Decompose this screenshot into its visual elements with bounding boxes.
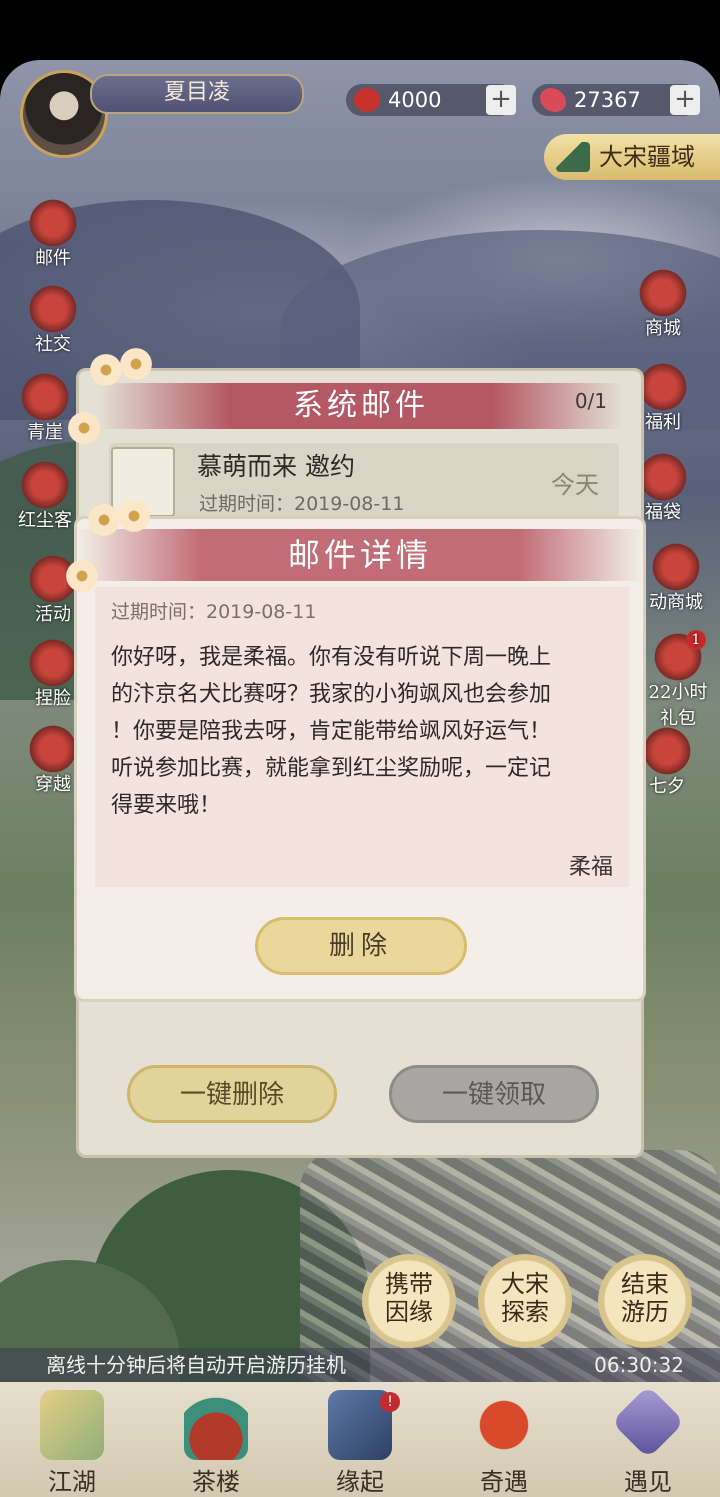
delete-all-button[interactable]: 一键删除 [127, 1065, 337, 1123]
action-label: 大宋探索 [501, 1270, 549, 1326]
crystal-icon [611, 1385, 685, 1459]
red-bean-icon [354, 88, 380, 112]
butterfly-icon [540, 88, 566, 112]
flower-decor-icon [64, 408, 104, 448]
mail-body-line: 的汴京名犬比赛呀？我家的小狗飒风也会参加 [111, 682, 552, 707]
region-button[interactable]: 大宋疆域 [544, 134, 720, 180]
book-icon [18, 370, 72, 424]
mail-body-line: 听说参加比赛，就能拿到红尘奖励呢，一定记 [111, 756, 552, 781]
song-explore-button[interactable]: 大宋探索 [478, 1254, 572, 1348]
nav-label: 江湖 [48, 1468, 96, 1496]
currency-red-bean: 4000 + [346, 84, 516, 116]
dialog-title: 邮件详情 [77, 529, 643, 581]
nav-chalou[interactable]: 茶楼 [144, 1382, 288, 1497]
mail-count: 0/1 [574, 389, 607, 413]
face-icon [26, 636, 80, 690]
mail-content: 过期时间：2019-08-11 你好呀，我是柔福。你有没有听说下周一晚上 的汴京… [95, 587, 629, 887]
action-label: 携带因缘 [385, 1270, 433, 1326]
side-menu-label: 商城 [645, 318, 681, 339]
mail-body-text: 你好呀，我是柔福。你有没有听说下周一晚上 的汴京名犬比赛呀？我家的小狗飒风也会参… [111, 639, 611, 824]
chat-icon [26, 282, 80, 336]
bottom-nav: 江湖 茶楼 缘起 ! 奇遇 遇见 [0, 1382, 720, 1497]
currency-butterfly: 27367 + [532, 84, 700, 116]
lucky-bag-icon [636, 450, 690, 504]
mail-body-line: 得要来哦！ [111, 793, 222, 818]
nav-label: 缘起 [336, 1468, 384, 1496]
nav-yujian[interactable]: 遇见 [576, 1382, 720, 1497]
mail-icon [26, 196, 80, 250]
side-menu-gift-pack[interactable]: 22小时 礼包 1 [636, 630, 720, 730]
mail-body-line: ！你要是陪我去呀，肯定能带给飒风好运气！ [111, 719, 552, 744]
nav-jianghu[interactable]: 江湖 [0, 1382, 144, 1497]
side-menu-label: 社交 [35, 334, 71, 355]
claim-all-button[interactable]: 一键领取 [389, 1065, 599, 1123]
countdown-timer: 06:30:32 [594, 1353, 684, 1377]
add-currency-button[interactable]: + [486, 85, 516, 115]
nav-label: 茶楼 [192, 1468, 240, 1496]
flower-decor-icon [114, 496, 154, 536]
side-menu-label: 红尘客 [18, 510, 72, 531]
maple-leaf-icon [472, 1390, 536, 1460]
side-menu-label: 邮件 [35, 248, 71, 269]
mail-list-item[interactable]: 慕萌而来 邀约 过期时间：2019-08-11 今天 [109, 443, 619, 521]
panel-title: 系统邮件 [99, 383, 623, 429]
action-label: 结束游历 [621, 1270, 669, 1326]
side-menu-social[interactable]: 社交 [18, 282, 88, 356]
nav-label: 奇遇 [480, 1468, 528, 1496]
shop-icon [636, 266, 690, 320]
gift-icon [636, 360, 690, 414]
pavilion-icon [18, 458, 72, 512]
side-menu-mail[interactable]: 邮件 [18, 196, 88, 270]
end-travel-button[interactable]: 结束游历 [598, 1254, 692, 1348]
side-menu-shop[interactable]: 商城 [628, 266, 698, 340]
add-currency-button[interactable]: + [670, 85, 700, 115]
side-menu-hongchenke[interactable]: 红尘客 [10, 458, 80, 532]
mail-sender: 柔福 [568, 855, 613, 880]
player-info[interactable]: 夏目凌 [20, 70, 304, 160]
notification-badge: ! [380, 1392, 400, 1412]
player-name: 夏目凌 [90, 74, 304, 114]
portal-icon [26, 722, 80, 776]
offline-message: 离线十分钟后将自动开启游历挂机 [46, 1353, 346, 1377]
map-scroll-icon [40, 1390, 104, 1460]
mail-expiry: 过期时间：2019-08-11 [111, 601, 317, 623]
nav-qiyu[interactable]: 奇遇 [432, 1382, 576, 1497]
stall-icon [649, 540, 703, 594]
flower-decor-icon [62, 556, 102, 596]
nav-label: 遇见 [624, 1468, 672, 1496]
mail-detail-dialog: 邮件详情 过期时间：2019-08-11 你好呀，我是柔福。你有没有听说下周一晚… [74, 516, 646, 1002]
mail-date: 今天 [551, 471, 599, 499]
mountain-icon [556, 142, 590, 172]
notification-badge: 1 [686, 630, 706, 650]
nav-yuanqi[interactable]: 缘起 ! [288, 1382, 432, 1497]
delete-button[interactable]: 删除 [255, 917, 467, 975]
flower-decor-icon [116, 344, 156, 384]
side-menu-label: 22小时 [648, 682, 708, 703]
currency-value: 4000 [388, 88, 442, 112]
region-label: 大宋疆域 [599, 143, 695, 171]
currency-value: 27367 [574, 88, 641, 112]
teapot-icon [184, 1390, 248, 1460]
mail-body-line: 你好呀，我是柔福。你有没有听说下周一晚上 [111, 645, 552, 670]
mail-expiry: 过期时间：2019-08-11 [199, 493, 405, 515]
carry-fate-button[interactable]: 携带因缘 [362, 1254, 456, 1348]
offline-notice: 离线十分钟后将自动开启游历挂机 06:30:32 [0, 1348, 720, 1382]
moon-icon [640, 724, 694, 778]
mail-title: 慕萌而来 邀约 [197, 452, 355, 481]
